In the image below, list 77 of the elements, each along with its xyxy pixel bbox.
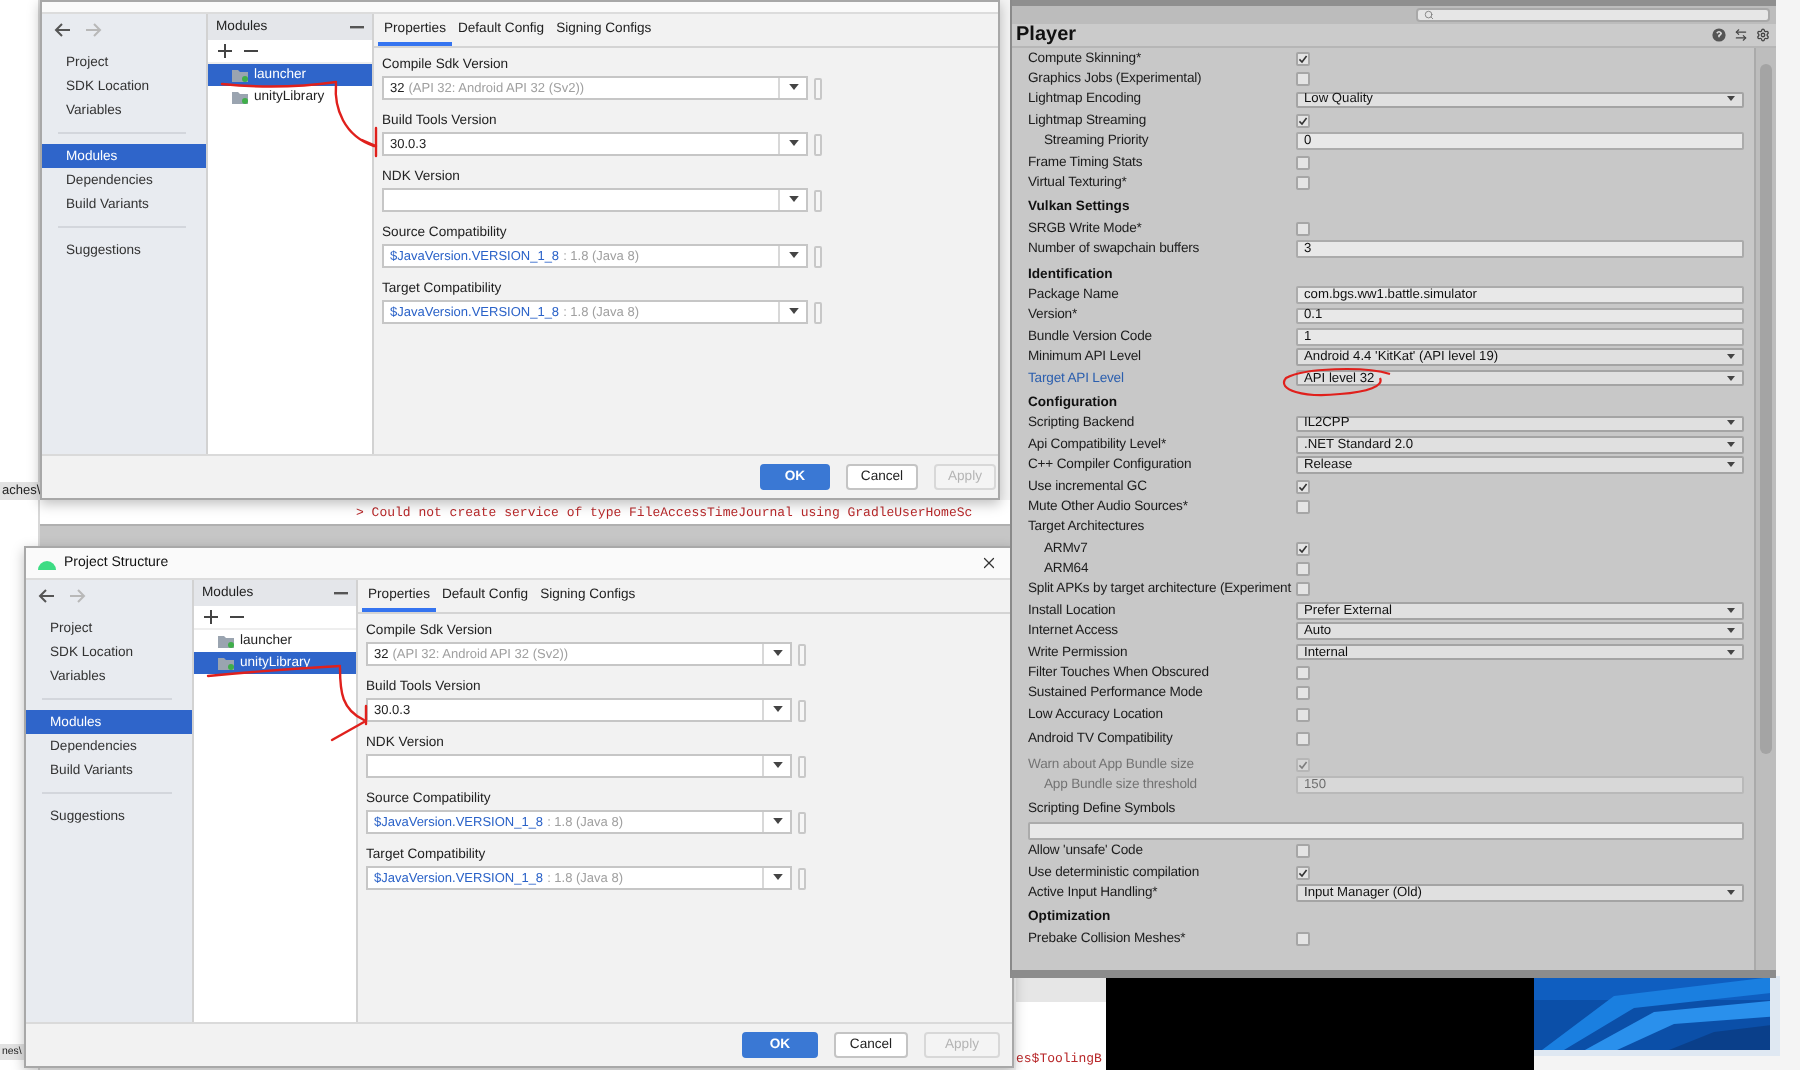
variable-button[interactable] — [798, 755, 806, 777]
checkbox[interactable] — [1296, 686, 1310, 701]
select-field[interactable] — [366, 754, 792, 778]
caret-icon — [1726, 441, 1736, 448]
caret-icon — [771, 874, 783, 882]
variable-button[interactable] — [798, 699, 806, 721]
checkbox[interactable] — [1296, 562, 1310, 577]
add-icon[interactable] — [218, 44, 232, 58]
scrollbar[interactable] — [1754, 48, 1776, 970]
checkbox[interactable] — [1296, 499, 1310, 514]
select-field[interactable] — [382, 188, 808, 212]
caret-icon — [1726, 420, 1736, 427]
checkbox[interactable] — [1296, 221, 1310, 236]
checkbox[interactable] — [1296, 666, 1310, 681]
variable-button[interactable] — [798, 867, 806, 889]
caret-icon — [1726, 607, 1736, 614]
caret-icon — [787, 140, 799, 148]
module-folder-icon — [232, 68, 248, 82]
caret-icon — [1726, 462, 1736, 469]
forward-arrow-icon[interactable] — [84, 22, 102, 38]
variable-button[interactable] — [814, 301, 822, 323]
input-field[interactable] — [1028, 821, 1744, 840]
checkbox[interactable] — [1296, 479, 1310, 493]
variable-button[interactable] — [814, 245, 822, 267]
checkbox[interactable] — [1296, 931, 1310, 946]
scroll-thumb[interactable] — [1760, 64, 1772, 754]
close-button[interactable] — [980, 553, 1000, 573]
checkbox[interactable] — [1296, 176, 1310, 191]
back-arrow-icon[interactable] — [54, 22, 72, 38]
variable-button[interactable] — [814, 77, 822, 99]
remove-icon[interactable] — [230, 610, 244, 624]
variable-button[interactable] — [814, 133, 822, 155]
back-arrow-icon[interactable] — [38, 588, 56, 604]
remove-icon[interactable] — [244, 44, 258, 58]
search-icon — [1424, 10, 1434, 20]
caret-icon — [1726, 354, 1736, 361]
checkbox[interactable] — [1296, 155, 1310, 170]
caret-icon — [787, 308, 799, 316]
variable-button[interactable] — [814, 189, 822, 211]
caret-icon — [1726, 375, 1736, 382]
caret-icon — [771, 762, 783, 770]
module-folder-icon — [218, 656, 234, 670]
arrow-drawing — [330, 666, 368, 742]
checkbox[interactable] — [1296, 51, 1310, 66]
caret-icon — [1726, 628, 1736, 635]
checkbox[interactable] — [1296, 541, 1310, 556]
settings-icon[interactable] — [1756, 28, 1770, 42]
underline-mark — [220, 80, 338, 88]
checkbox[interactable] — [1296, 732, 1310, 747]
variable-button[interactable] — [798, 811, 806, 833]
caret-icon — [787, 252, 799, 260]
caret-icon — [771, 650, 783, 658]
checkbox[interactable] — [1296, 72, 1310, 87]
caret-icon — [1726, 649, 1736, 656]
caret-icon — [1726, 889, 1736, 896]
inspector-title: Player — [1016, 24, 1077, 46]
android-icon — [38, 557, 56, 569]
module-folder-icon — [218, 634, 234, 648]
circle-mark-drawing — [1283, 367, 1391, 397]
checkbox[interactable] — [1296, 582, 1310, 597]
variable-button[interactable] — [798, 643, 806, 665]
caret-icon — [771, 818, 783, 826]
caret-icon — [787, 196, 799, 204]
module-folder-icon — [232, 90, 248, 104]
caret-icon — [787, 84, 799, 92]
preset-icon[interactable] — [1734, 28, 1748, 42]
arrow-drawing — [334, 82, 378, 158]
add-icon[interactable] — [204, 610, 218, 624]
caret-icon — [1726, 96, 1736, 103]
caret-icon — [771, 706, 783, 714]
checkbox[interactable] — [1296, 113, 1310, 128]
help-icon[interactable] — [1712, 28, 1726, 42]
search-field[interactable] — [1416, 8, 1770, 22]
checkbox[interactable] — [1296, 707, 1310, 722]
checkbox[interactable] — [1296, 865, 1310, 880]
checkbox[interactable] — [1296, 844, 1310, 859]
forward-arrow-icon[interactable] — [68, 588, 86, 604]
